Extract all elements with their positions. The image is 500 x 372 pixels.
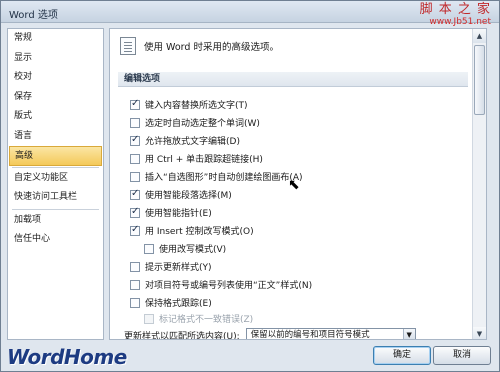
sidebar-item-display[interactable]: 显示 [8, 49, 103, 69]
option-label: 保持格式跟踪(E) [145, 299, 212, 309]
sidebar-item-layout[interactable]: 版式 [8, 107, 103, 127]
option-label: 提示更新样式(Y) [145, 263, 212, 273]
wordhome-logo: WordHome [7, 345, 127, 369]
option-drag-and-drop-editing[interactable]: 允许拖放式文字编辑(D) [130, 134, 240, 147]
watermark-url: www.Jb51.net [429, 17, 491, 27]
option-label: 对项目符号或编号列表使用“正文”样式(N) [145, 281, 313, 291]
option-keep-track-of-formatting[interactable]: 保持格式跟踪(E) [130, 296, 212, 309]
checkbox[interactable] [130, 98, 140, 110]
option-label: 使用改写模式(V) [159, 245, 227, 255]
option-normal-style-for-lists[interactable]: 对项目符号或编号列表使用“正文”样式(N) [130, 278, 312, 291]
option-ctrl-click-hyperlink[interactable]: 用 Ctrl + 单击跟踪超链接(H) [130, 152, 263, 165]
sidebar-item-customize-ribbon[interactable]: 自定义功能区 [8, 169, 103, 189]
scroll-down-icon[interactable]: ▼ [473, 327, 486, 339]
word-options-dialog: Word 选项 脚 本 之 家 www.Jb51.net 常规 显示 校对 保存… [0, 0, 500, 372]
option-use-overtype-mode[interactable]: 使用改写模式(V) [144, 242, 226, 255]
checkbox[interactable] [130, 297, 140, 308]
option-label: 插入“自选图形”时自动创建绘图画布(A) [145, 173, 303, 183]
sidebar-item-proofing[interactable]: 校对 [8, 68, 103, 88]
document-settings-icon [120, 37, 136, 55]
section-title-editing-options: 编辑选项 [118, 72, 468, 87]
option-label: 用 Ctrl + 单击跟踪超链接(H) [145, 155, 263, 165]
option-prompt-update-style[interactable]: 提示更新样式(Y) [130, 260, 212, 273]
option-label: 用 Insert 控制改写模式(O) [145, 227, 254, 237]
advanced-options-panel: 使用 Word 时采用的高级选项。 编辑选项 键入内容替换所选文字(T) 选定时… [109, 28, 487, 340]
sidebar-item-save[interactable]: 保存 [8, 88, 103, 108]
site-watermark: 脚 本 之 家 www.Jb51.net [419, 2, 491, 28]
vertical-scrollbar[interactable]: ▲ ▼ [472, 29, 486, 339]
sidebar-item-trust-center[interactable]: 信任中心 [8, 230, 103, 250]
checkbox[interactable] [130, 134, 140, 146]
sidebar-divider [12, 208, 99, 210]
sidebar-item-language[interactable]: 语言 [8, 127, 103, 147]
update-style-label: 更新样式以匹配所选内容(U): [124, 331, 240, 340]
chevron-down-icon[interactable]: ▼ [402, 329, 415, 339]
option-select-entire-word[interactable]: 选定时自动选定整个单词(W) [130, 116, 260, 129]
cancel-button[interactable]: 取消 [433, 346, 491, 365]
sidebar-divider [12, 166, 99, 168]
option-insert-key-overtype[interactable]: 用 Insert 控制改写模式(O) [130, 224, 254, 237]
option-label: 使用智能指针(E) [145, 209, 212, 219]
option-smart-paragraph-selection[interactable]: 使用智能段落选择(M) [130, 188, 232, 201]
checkbox[interactable] [130, 206, 140, 218]
sidebar-item-add-ins[interactable]: 加载项 [8, 211, 103, 231]
watermark-name: 脚 本 之 家 [419, 2, 491, 17]
sidebar-item-quick-access-toolbar[interactable]: 快速访问工具栏 [8, 188, 103, 208]
dialog-footer: WordHome 确定 取消 [1, 340, 499, 371]
option-label: 键入内容替换所选文字(T) [145, 101, 248, 111]
update-style-value: 保留以前的编号和项目符号模式 [250, 330, 370, 340]
update-style-dropdown[interactable]: 保留以前的编号和项目符号模式 ▼ [245, 328, 416, 340]
checkbox[interactable] [130, 188, 140, 200]
option-label: 使用智能段落选择(M) [145, 191, 232, 201]
panel-header-text: 使用 Word 时采用的高级选项。 [144, 42, 279, 53]
checkbox[interactable] [130, 261, 140, 272]
ok-button[interactable]: 确定 [373, 346, 431, 365]
option-smart-cursoring[interactable]: 使用智能指针(E) [130, 206, 212, 219]
checkbox[interactable] [130, 117, 140, 128]
scroll-up-icon[interactable]: ▲ [473, 29, 486, 43]
options-sidebar: 常规 显示 校对 保存 版式 语言 高级 自定义功能区 快速访问工具栏 加载项 … [7, 28, 104, 340]
option-label: 允许拖放式文字编辑(D) [145, 137, 240, 147]
option-label: 标记格式不一致错误(Z) [159, 315, 254, 325]
checkbox [144, 313, 154, 324]
panel-header: 使用 Word 时采用的高级选项。 [120, 37, 279, 55]
option-mark-formatting-inconsistencies: 标记格式不一致错误(Z) [144, 312, 253, 325]
checkbox[interactable] [130, 279, 140, 290]
sidebar-item-general[interactable]: 常规 [8, 29, 103, 49]
checkbox[interactable] [144, 243, 154, 254]
option-auto-drawing-canvas[interactable]: 插入“自选图形”时自动创建绘图画布(A) [130, 170, 303, 183]
option-typing-replaces-selection[interactable]: 键入内容替换所选文字(T) [130, 98, 248, 111]
mouse-pointer-icon: ⬉ [288, 177, 300, 193]
window-title: Word 选项 [9, 10, 58, 21]
checkbox[interactable] [130, 224, 140, 236]
update-style-row: 更新样式以匹配所选内容(U): 保留以前的编号和项目符号模式 ▼ [124, 328, 416, 340]
option-label: 选定时自动选定整个单词(W) [145, 119, 260, 129]
sidebar-item-advanced[interactable]: 高级 [9, 146, 102, 166]
checkbox[interactable] [130, 171, 140, 182]
checkbox[interactable] [130, 153, 140, 164]
scrollbar-thumb[interactable] [474, 45, 485, 115]
title-bar: Word 选项 脚 本 之 家 www.Jb51.net [1, 1, 499, 27]
